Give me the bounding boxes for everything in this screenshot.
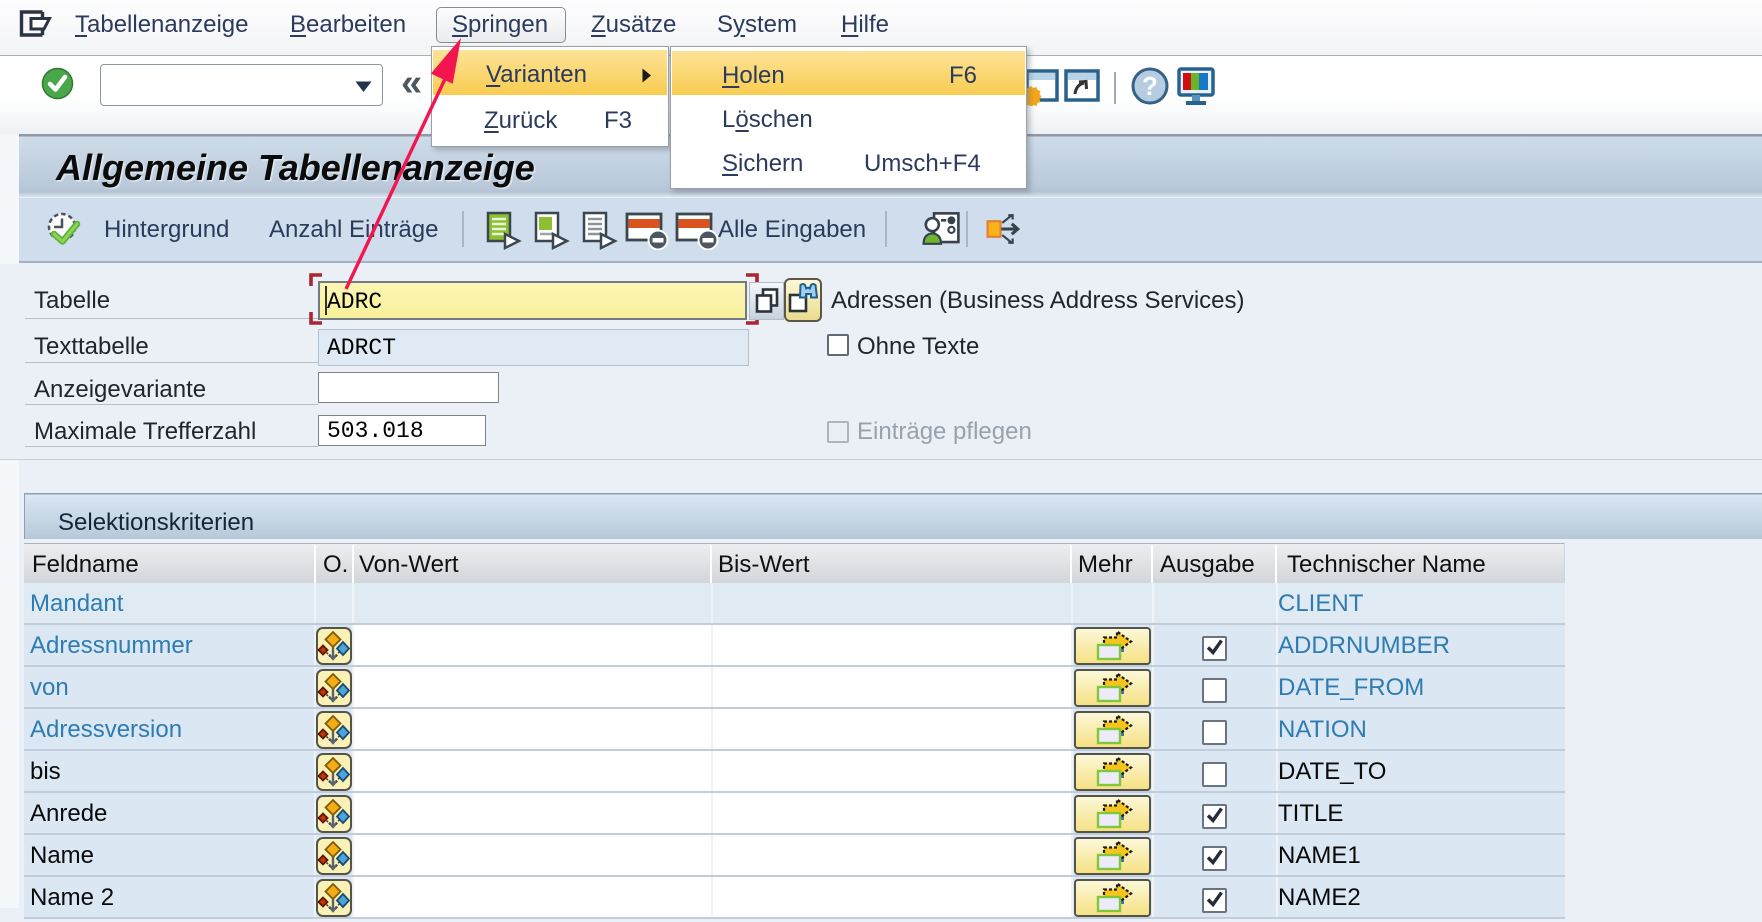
svg-text:?: ?	[1142, 71, 1158, 101]
